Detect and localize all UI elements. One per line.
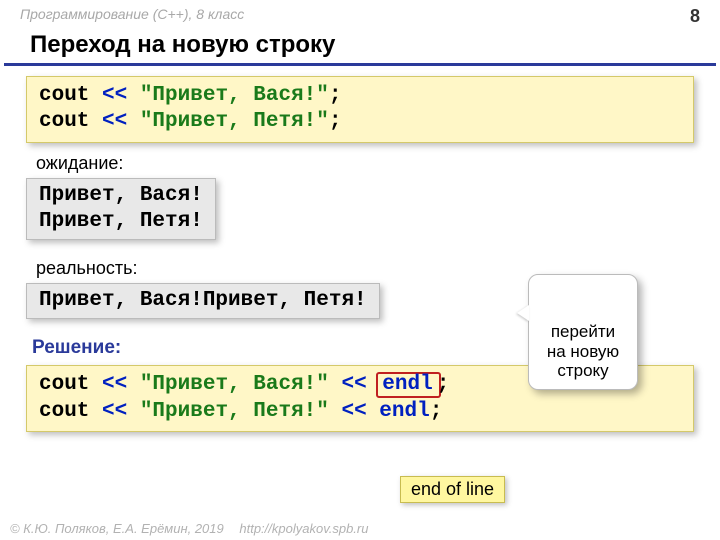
code-line: cout << "Привет, Вася!";: [39, 83, 681, 109]
output-line: Привет, Вася!: [39, 183, 203, 209]
endl-highlight: endl: [376, 372, 440, 398]
content: cout << "Привет, Вася!"; cout << "Привет…: [0, 76, 720, 432]
footer-url[interactable]: http://kpolyakov.spb.ru: [239, 521, 368, 536]
code-block-1: cout << "Привет, Вася!"; cout << "Привет…: [26, 76, 694, 143]
course-label: Программирование (C++), 8 класс: [20, 6, 244, 27]
callout-newline: перейти на новую строку: [528, 274, 638, 390]
code-line: cout << "Привет, Петя!";: [39, 109, 681, 135]
footer: © К.Ю. Поляков, Е.А. Ерёмин, 2019 http:/…: [10, 521, 368, 536]
callout-tail-icon: [517, 305, 529, 321]
expectation-label: ожидание:: [36, 153, 694, 174]
output-line: Привет, Петя!: [39, 209, 203, 235]
page-title: Переход на новую строку: [4, 29, 716, 66]
code-line: cout << "Привет, Петя!" << endl;: [39, 399, 681, 425]
callout-eol-wrap: end of line: [400, 476, 505, 503]
page-number: 8: [690, 6, 700, 27]
callout-text: end of line: [411, 479, 494, 499]
copyright: © К.Ю. Поляков, Е.А. Ерёмин, 2019: [10, 521, 224, 536]
header: Программирование (C++), 8 класс 8: [0, 0, 720, 29]
callout-end-of-line: end of line: [400, 476, 505, 503]
callout-text: перейти на новую строку: [547, 322, 619, 380]
output-reality: Привет, Вася!Привет, Петя!: [26, 283, 380, 319]
output-expected: Привет, Вася! Привет, Петя!: [26, 178, 216, 241]
